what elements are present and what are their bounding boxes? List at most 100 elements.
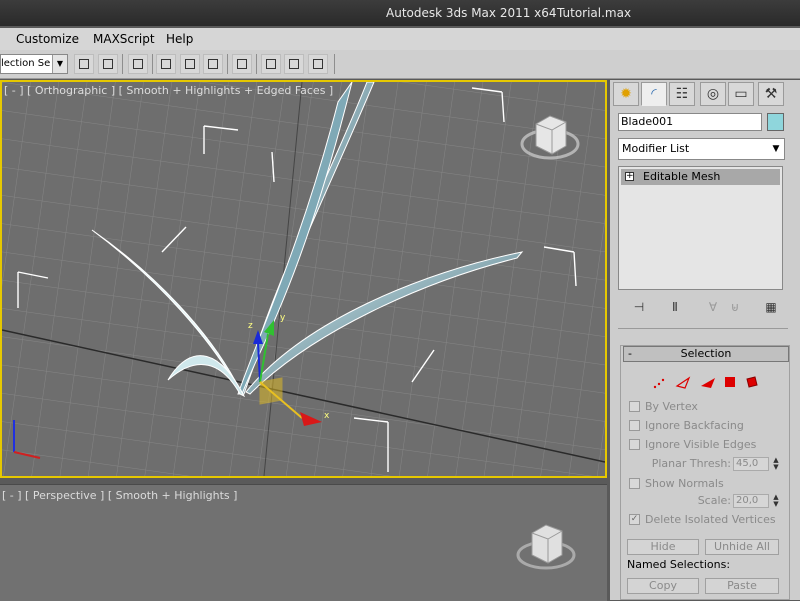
gizmo-x-label: x (324, 411, 330, 421)
element-icon[interactable] (746, 376, 758, 388)
align-button[interactable] (98, 54, 118, 74)
chevron-down-icon[interactable]: ▼ (768, 139, 784, 159)
ignore-backfacing-checkbox[interactable]: Ignore Backfacing (629, 419, 789, 435)
toolbar-separator (122, 54, 123, 74)
copy-button[interactable]: Copy (627, 578, 699, 594)
show-normals-label: Show Normals (645, 477, 724, 490)
layer-manager-button[interactable] (128, 54, 148, 74)
toolbar-separator (334, 54, 335, 74)
viewport-label[interactable]: [ - ] [ Orthographic ] [ Smooth + Highli… (4, 84, 333, 97)
checkbox-box[interactable] (629, 420, 640, 431)
paste-button[interactable]: Paste (705, 578, 779, 594)
title-bar: Autodesk 3ds Max 2011 x64 Tutorial.max (0, 0, 800, 26)
modify-tab[interactable]: ◜ (641, 82, 667, 106)
named-selection-set-dropdown[interactable]: lection Se ▼ (0, 54, 68, 74)
toolbar-separator (152, 54, 153, 74)
schematic-view-button[interactable] (180, 54, 200, 74)
layers-icon (133, 59, 143, 69)
main-toolbar: lection Se ▼ (0, 50, 800, 79)
viewport-scene: x y z (2, 82, 605, 476)
hierarchy-tab[interactable]: ☷ (669, 82, 695, 106)
create-tab[interactable]: ✹ (613, 82, 639, 106)
viewcube[interactable] (516, 524, 576, 570)
expand-icon[interactable]: + (625, 172, 634, 181)
teapot-icon (313, 59, 323, 69)
material-editor-icon (208, 59, 218, 69)
align-icon (103, 59, 113, 69)
polygon-icon[interactable] (725, 377, 735, 387)
selection-rollout-header[interactable]: - Selection (623, 346, 789, 362)
checkbox-box[interactable]: ✓ (629, 514, 640, 525)
checkbox-box[interactable] (629, 439, 640, 450)
ignore-backfacing-label: Ignore Backfacing (645, 419, 744, 432)
menu-maxscript[interactable]: MAXScript (93, 32, 155, 46)
hierarchy-icon: ☷ (675, 86, 689, 102)
scale-label: Scale: (697, 494, 731, 507)
menu-help[interactable]: Help (166, 32, 193, 46)
material-editor-button[interactable] (203, 54, 223, 74)
file-title: Tutorial.max (557, 6, 632, 20)
motion-icon: ◎ (706, 86, 720, 102)
scale-value[interactable]: 20,0 (733, 494, 769, 508)
viewport-orthographic[interactable]: x y z [ - ] [ Orthographic ] [ Smooth + … (0, 80, 607, 478)
chevron-down-icon[interactable]: ▼ (52, 55, 67, 73)
motion-tab[interactable]: ◎ (700, 82, 726, 106)
stack-item-editable-mesh[interactable]: + Editable Mesh (621, 169, 780, 185)
render-iterative-button[interactable] (308, 54, 328, 74)
remove-modifier-icon[interactable]: ⊌ (726, 298, 744, 316)
vertex-icon[interactable] (653, 378, 665, 389)
object-color-swatch[interactable] (767, 113, 784, 131)
named-selections-label: Named Selections: (627, 558, 731, 571)
curve-editor-button[interactable] (156, 54, 176, 74)
mirror-icon (79, 59, 89, 69)
display-tab[interactable]: ▭ (728, 82, 754, 106)
checkbox-box[interactable] (629, 478, 640, 489)
selection-title: Selection (680, 347, 732, 360)
render-setup-button[interactable] (232, 54, 252, 74)
planar-thresh-value[interactable]: 45,0 (733, 457, 769, 471)
unhide-all-button[interactable]: Unhide All (705, 539, 779, 555)
make-unique-icon[interactable]: ∀ (704, 298, 722, 316)
utilities-tab[interactable]: ⚒ (758, 82, 784, 106)
delete-isolated-vertices-checkbox[interactable]: ✓ Delete Isolated Vertices (629, 513, 789, 529)
ignore-visible-edges-checkbox[interactable]: Ignore Visible Edges (629, 438, 789, 454)
utilities-icon: ⚒ (764, 86, 778, 102)
render-setup-icon (237, 59, 247, 69)
hide-button[interactable]: Hide (627, 539, 699, 555)
configure-modifier-sets-icon[interactable]: ▦ (762, 298, 780, 316)
modify-icon: ◜ (651, 86, 657, 102)
checkbox-box[interactable] (629, 401, 640, 412)
rendered-frame-button[interactable] (261, 54, 281, 74)
display-icon: ▭ (734, 86, 748, 102)
spinner-arrows-icon[interactable]: ▲ ▼ (771, 494, 781, 508)
render-production-button[interactable] (284, 54, 304, 74)
named-selection-set-value: lection Se (1, 58, 51, 69)
toolbar-separator (256, 54, 257, 74)
edge-icon[interactable] (675, 376, 691, 389)
viewport-perspective[interactable]: [ - ] [ Perspective ] [ Smooth + Highlig… (0, 484, 607, 601)
delete-isolated-label: Delete Isolated Vertices (645, 513, 776, 526)
menu-customize[interactable]: Customize (16, 32, 79, 46)
pin-stack-icon[interactable]: ⊣ (630, 298, 648, 316)
planar-thresh-spinner: Planar Thresh: 45,0 ▲ ▼ (631, 457, 781, 473)
show-end-result-icon[interactable]: Ⅱ (666, 298, 684, 316)
by-vertex-checkbox[interactable]: By Vertex (629, 400, 789, 416)
mirror-button[interactable] (74, 54, 94, 74)
planar-thresh-label: Planar Thresh: (651, 457, 731, 470)
modifier-stack[interactable]: + Editable Mesh (618, 166, 783, 290)
viewport-label[interactable]: [ - ] [ Perspective ] [ Smooth + Highlig… (2, 489, 237, 502)
modifier-list-label: Modifier List (622, 142, 690, 155)
schematic-icon (185, 59, 195, 69)
menu-bar: Customize MAXScript Help (0, 28, 800, 51)
scale-spinner: Scale: 20,0 ▲ ▼ (631, 494, 781, 510)
modifier-list-dropdown[interactable]: Modifier List ▼ (618, 138, 785, 160)
show-normals-checkbox[interactable]: Show Normals (629, 477, 789, 493)
face-icon[interactable] (701, 378, 715, 388)
curve-editor-icon (161, 59, 171, 69)
create-icon: ✹ (620, 86, 632, 102)
app-title: Autodesk 3ds Max 2011 x64 (386, 6, 557, 20)
spinner-arrows-icon[interactable]: ▲ ▼ (771, 457, 781, 471)
object-name-field[interactable]: Blade001 (618, 113, 762, 131)
command-panel: ✹ ◜ ☷ ◎ ▭ ⚒ Blade001 Modifier List ▼ + E… (610, 80, 800, 600)
by-vertex-label: By Vertex (645, 400, 698, 413)
